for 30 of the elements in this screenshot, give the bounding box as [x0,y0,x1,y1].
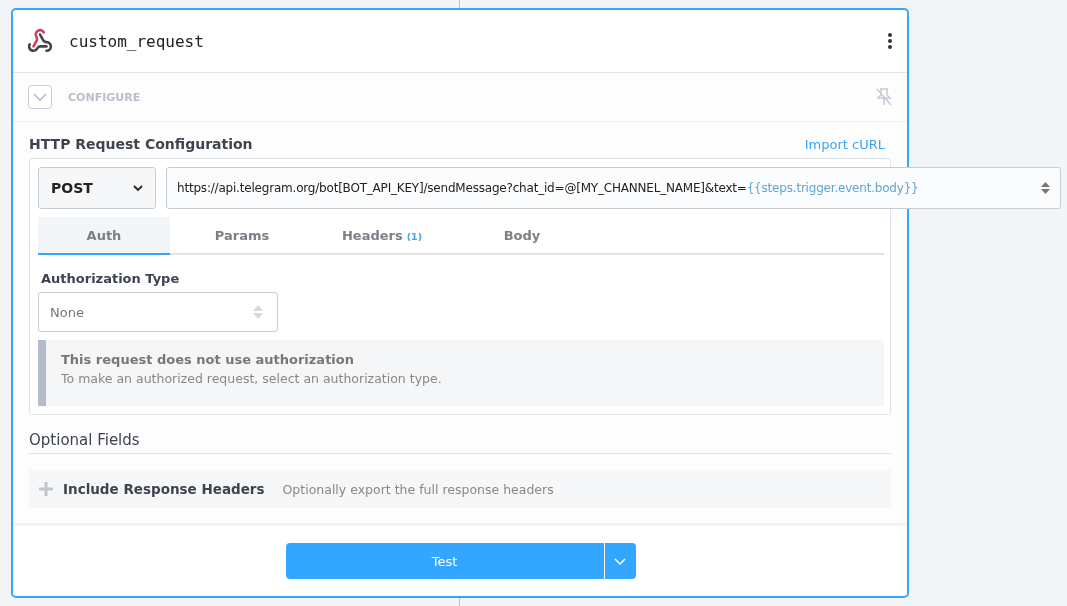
option-label: Include Response Headers [63,481,265,497]
webhook-icon [27,28,53,54]
section-label: CONFIGURE [68,90,142,104]
notice-title: This request does not use authorization [61,352,355,367]
authorization-type-select[interactable]: None [38,292,278,332]
url-field[interactable]: https://api.telegram.org/bot[BOT_API_KEY]/sendMessage?chat_id=@[MY_CHANNEL_NAME]&text={{steps.trigger.event.body}} [166,167,1061,209]
chevron-icon [133,184,143,192]
more-menu-icon[interactable] [887,32,893,50]
collapse-button[interactable] [28,85,52,109]
tab[interactable]: Params [174,217,310,255]
tab[interactable]: Body [454,217,590,255]
optional-field-row[interactable]: Include Response Headers Optionally export the full response headers [29,470,891,508]
test-button[interactable]: Test [285,543,604,579]
unpin-icon[interactable] [876,88,892,106]
notice-text: To make an authorized request, select an authorization type. [61,371,443,386]
sort-arrows-icon [1041,182,1050,194]
chevron-icon [33,93,47,101]
step-title: custom_request [69,31,205,51]
sort-arrows-icon [253,305,263,319]
field-label: Authorization Type [41,271,181,286]
tab[interactable]: Headers (1) [314,217,450,255]
method-select[interactable]: POST [38,167,156,209]
optional-fields-heading: Optional Fields [29,431,891,454]
section-heading: HTTP Request Configuration [29,136,253,152]
option-description: Optionally export the full response headers [282,481,554,497]
tab[interactable]: Auth [38,217,170,255]
plus-icon [39,482,53,496]
dropdown-button[interactable] [603,543,636,579]
chevron-icon [614,557,626,565]
import-curl-link[interactable]: Import cURL [804,136,885,152]
